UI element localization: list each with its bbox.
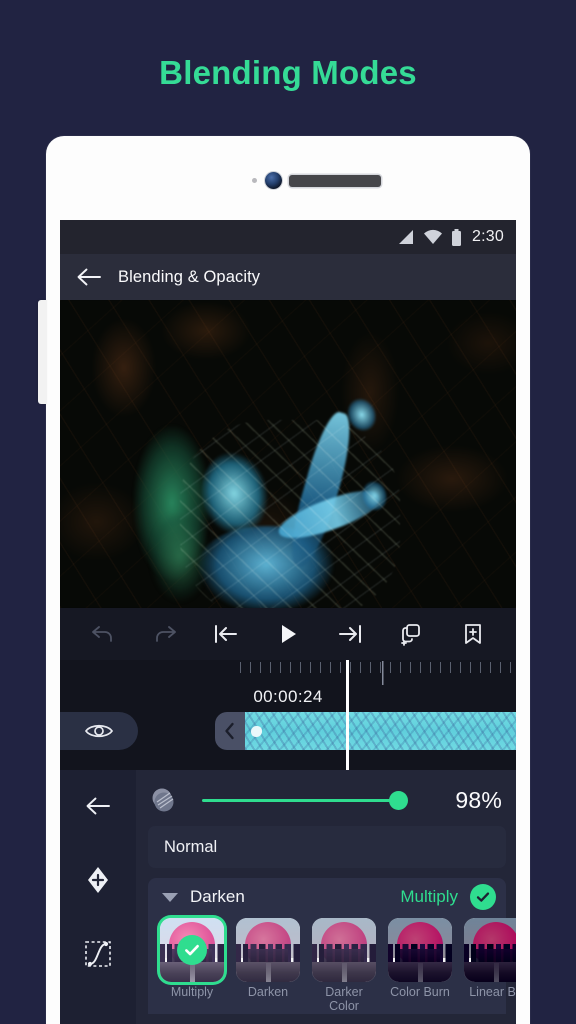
preview-figure	[60, 300, 516, 608]
check-mark-icon	[185, 944, 199, 956]
blend-mode-thumbnails: Multiply Darken Darker Color Color Burn …	[148, 916, 516, 1013]
cellular-signal-icon	[399, 230, 414, 244]
thumb-road-line	[189, 962, 195, 982]
timeline-ruler[interactable]	[240, 660, 516, 686]
redo-arrow-icon	[155, 626, 176, 642]
panel-back-button[interactable]	[78, 786, 118, 826]
transport-controls	[60, 608, 516, 660]
blend-thumb-linear-burn[interactable]: Linear Bu	[464, 918, 516, 1013]
undo-arrow-icon	[91, 626, 112, 642]
thumb-road-line	[417, 962, 423, 982]
blend-group-darken: Darken Multiply Multiply Darken Darker C…	[148, 878, 516, 1014]
thumb-image[interactable]	[236, 918, 300, 982]
redo-button[interactable]	[146, 615, 184, 653]
sensor-dot-icon	[252, 178, 257, 183]
app-bar: Blending & Opacity	[60, 254, 516, 300]
opacity-row: 98%	[136, 778, 516, 822]
status-bar-clock: 2:30	[472, 228, 504, 245]
skip-to-start-button[interactable]	[207, 615, 245, 653]
blending-panel: 98% Normal Darken Multiply Multiply Dark…	[60, 770, 516, 1024]
undo-button[interactable]	[84, 615, 122, 653]
thumb-image[interactable]	[388, 918, 452, 982]
layer-visibility-toggle[interactable]	[60, 712, 138, 750]
check-circle-icon	[470, 884, 496, 910]
thumb-image[interactable]	[464, 918, 516, 982]
earpiece-speaker-icon	[289, 175, 381, 187]
status-bar: 2:30	[60, 220, 516, 254]
playhead-marker[interactable]	[346, 660, 349, 770]
blend-mode-normal-row[interactable]: Normal	[148, 826, 506, 868]
thumb-label: Linear Bu	[469, 985, 516, 999]
eye-icon	[84, 724, 114, 738]
duplicate-plus-icon	[401, 624, 421, 646]
blend-group-selected-label: Multiply	[400, 887, 458, 906]
arrow-left-icon	[86, 797, 110, 815]
thumb-road-line	[341, 962, 347, 982]
skip-to-end-button[interactable]	[331, 615, 369, 653]
front-camera-lens-icon	[265, 172, 282, 189]
duplicate-layer-button[interactable]	[392, 615, 430, 653]
volume-rocker[interactable]	[38, 300, 47, 404]
thumb-road	[464, 961, 516, 982]
opacity-slider[interactable]	[192, 789, 416, 811]
thumb-image[interactable]	[312, 918, 376, 982]
blend-mode-normal-label: Normal	[164, 837, 218, 856]
blend-thumb-darker-color[interactable]: Darker Color	[312, 918, 376, 1013]
thumb-image[interactable]	[160, 918, 224, 982]
thumb-art	[236, 918, 300, 982]
wifi-icon	[424, 229, 443, 244]
thumb-label: Darker Color	[325, 985, 363, 1013]
bookmark-plus-icon	[465, 624, 481, 644]
add-keyframe-button[interactable]	[78, 860, 118, 900]
blend-thumb-color-burn[interactable]: Color Burn	[388, 918, 452, 1013]
play-triangle-icon	[281, 625, 296, 643]
thumb-road-line	[265, 962, 271, 982]
opacity-slider-track	[202, 798, 402, 802]
thumb-art	[312, 918, 376, 982]
opacity-layers-icon[interactable]	[148, 785, 178, 815]
easing-curve-icon	[85, 941, 111, 967]
video-preview[interactable]	[60, 300, 516, 608]
ruler-major-ticks	[240, 660, 516, 686]
video-clip[interactable]	[245, 712, 516, 750]
timeline-track-row	[60, 712, 516, 750]
timecode-label: 00:00:24	[253, 687, 323, 706]
easing-curve-button[interactable]	[78, 934, 118, 974]
phone-screen: 2:30 Blending & Opacity 00:00:24 98% Nor…	[60, 220, 516, 1024]
phone-top-bezel	[46, 136, 530, 220]
opacity-value-label: 98%	[455, 786, 502, 813]
skip-previous-icon	[215, 625, 238, 643]
caret-down-icon[interactable]	[162, 892, 178, 902]
blend-thumb-darken[interactable]: Darken	[236, 918, 300, 1013]
thumb-label: Darken	[247, 985, 289, 999]
thumb-art	[388, 918, 452, 982]
check-mark-icon	[476, 892, 490, 902]
add-bookmark-button[interactable]	[454, 615, 492, 653]
thumb-label: Multiply	[170, 985, 214, 999]
thumb-selected-check-icon	[177, 935, 207, 965]
timeline[interactable]: 00:00:24	[60, 660, 516, 770]
opacity-slider-thumb[interactable]	[389, 790, 408, 810]
panel-side-rail	[60, 770, 136, 1024]
skip-next-icon	[338, 625, 361, 643]
arrow-left-icon[interactable]	[76, 267, 102, 287]
clip-keyframe-marker[interactable]	[251, 726, 262, 737]
clip-trim-handle-left[interactable]	[215, 712, 245, 750]
battery-icon	[452, 228, 462, 246]
blend-group-header[interactable]: Darken Multiply	[148, 878, 506, 916]
keyframe-diamond-plus-icon	[88, 867, 108, 893]
play-button[interactable]	[269, 615, 307, 653]
blend-thumb-multiply[interactable]: Multiply	[160, 918, 224, 1013]
thumb-road-line	[493, 962, 499, 982]
thumb-label: Color Burn	[390, 985, 450, 999]
app-bar-title: Blending & Opacity	[118, 267, 261, 286]
chevron-left-icon	[225, 722, 234, 740]
figure-caustic-overlay	[180, 420, 400, 608]
blend-group-title: Darken	[190, 887, 245, 906]
page-title: Blending Modes	[159, 54, 417, 91]
panel-content: 98% Normal Darken Multiply Multiply Dark…	[136, 770, 516, 1024]
thumb-art	[464, 918, 516, 982]
poster-root: Blending Modes 2:30 Blending & Opacity 0…	[0, 0, 576, 1024]
